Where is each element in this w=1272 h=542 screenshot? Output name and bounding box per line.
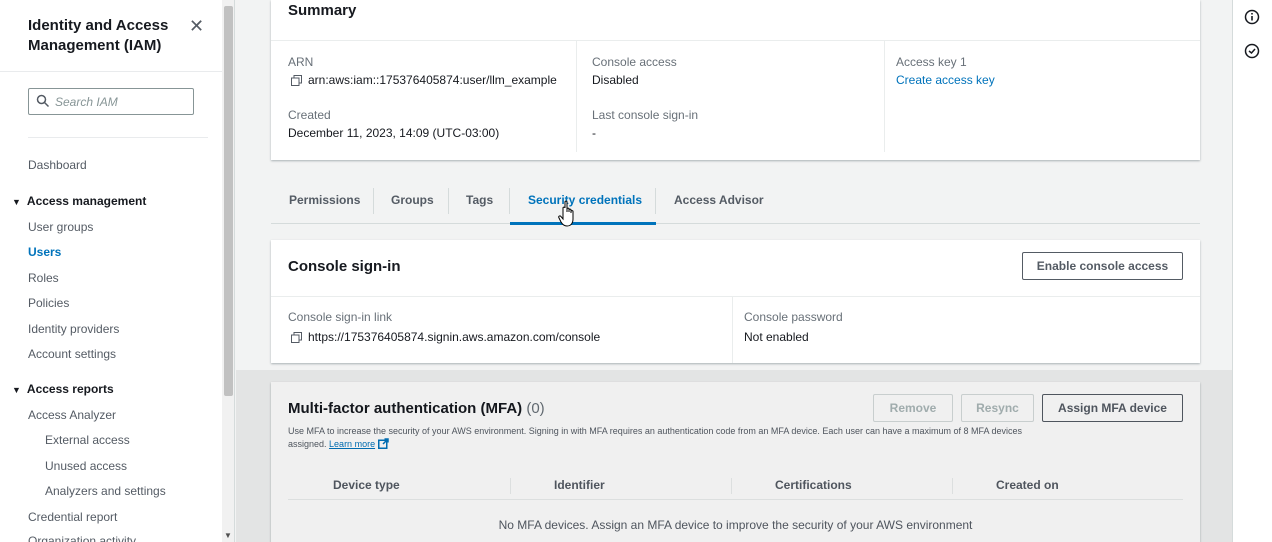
divider: [576, 40, 577, 152]
divider: [732, 296, 733, 363]
arn-value: arn:aws:iam::175376405874:user/llm_examp…: [291, 73, 557, 87]
resync-button[interactable]: Resync: [961, 394, 1034, 422]
main-content: Summary ARN arn:aws:iam::175376405874:us…: [236, 0, 1232, 542]
sidebar-item-analyzers-settings[interactable]: Analyzers and settings: [45, 484, 166, 498]
sidebar-item-roles[interactable]: Roles: [28, 271, 59, 285]
sidebar-item-policies[interactable]: Policies: [28, 296, 69, 310]
sidebar-item-access-analyzer[interactable]: Access Analyzer: [28, 408, 116, 422]
scrollbar-thumb[interactable]: [224, 6, 233, 396]
sidebar-item-credential-report[interactable]: Credential report: [28, 510, 117, 524]
assign-mfa-device-button[interactable]: Assign MFA device: [1042, 394, 1183, 422]
hand-cursor-icon: [558, 200, 574, 227]
created-label: Created: [288, 108, 331, 122]
learn-more-link[interactable]: Learn more: [329, 439, 375, 449]
create-access-key-link[interactable]: Create access key: [896, 73, 995, 87]
search-box[interactable]: [28, 88, 194, 115]
active-tab-indicator: [510, 222, 656, 225]
arn-text: arn:aws:iam::175376405874:user/llm_examp…: [308, 73, 557, 87]
mfa-count: (0): [526, 400, 545, 417]
section-label: Access management: [26, 194, 147, 208]
tab-permissions[interactable]: Permissions: [289, 193, 360, 207]
sidebar: Identity and Access Management (IAM) ✕ D…: [0, 0, 235, 542]
console-signin-link-label: Console sign-in link: [288, 310, 393, 324]
remove-button[interactable]: Remove: [873, 394, 953, 422]
feedback-icon[interactable]: [1244, 43, 1260, 59]
mfa-description-line2: assigned.: [288, 439, 327, 449]
sidebar-item-account-settings[interactable]: Account settings: [28, 347, 116, 361]
mfa-title-text: Multi-factor authentication (MFA): [288, 400, 523, 417]
divider: [28, 137, 208, 138]
mfa-table-header: Device type Identifier Certifications Cr…: [288, 470, 1183, 500]
caret-down-icon: ▼: [12, 385, 21, 395]
divider: [510, 478, 511, 494]
right-rail: [1232, 0, 1272, 542]
divider: [731, 478, 732, 494]
sidebar-section-access-reports[interactable]: ▼ Access reports: [12, 382, 114, 396]
sidebar-item-unused-access[interactable]: Unused access: [45, 459, 127, 473]
created-value: December 11, 2023, 14:09 (UTC-03:00): [288, 126, 500, 140]
sidebar-item-user-groups[interactable]: User groups: [28, 220, 93, 234]
arn-label: ARN: [288, 55, 314, 69]
last-signin-label: Last console sign-in: [592, 108, 699, 122]
copy-icon[interactable]: [291, 75, 302, 86]
divider: [271, 296, 1200, 297]
console-access-value: Disabled: [592, 73, 639, 87]
sidebar-item-dashboard[interactable]: Dashboard: [28, 158, 87, 172]
sidebar-title: Identity and Access Management (IAM): [28, 17, 169, 54]
scroll-down-icon[interactable]: ▼: [224, 531, 232, 540]
divider: [373, 188, 374, 214]
copy-icon[interactable]: [291, 332, 302, 343]
divider: [952, 478, 953, 494]
mfa-panel: Multi-factor authentication (MFA) (0) Re…: [271, 382, 1200, 542]
last-signin-value: -: [592, 126, 596, 140]
console-signin-title: Console sign-in: [288, 258, 401, 275]
section-label: Access reports: [26, 382, 114, 396]
sidebar-item-identity-providers[interactable]: Identity providers: [28, 322, 119, 336]
column-device-type[interactable]: Device type: [333, 478, 400, 492]
summary-title: Summary: [288, 2, 357, 19]
caret-down-icon: ▼: [12, 197, 21, 207]
sidebar-item-organization-activity[interactable]: Organization activity: [28, 534, 136, 542]
tab-groups[interactable]: Groups: [391, 193, 434, 207]
divider: [448, 188, 449, 214]
mfa-description-line1: Use MFA to increase the security of your…: [288, 426, 1023, 436]
enable-console-access-button[interactable]: Enable console access: [1022, 252, 1183, 280]
console-access-label: Console access: [592, 55, 677, 69]
search-icon: [36, 94, 50, 108]
tab-tags[interactable]: Tags: [466, 193, 493, 207]
tab-access-advisor[interactable]: Access Advisor: [674, 193, 764, 207]
column-identifier[interactable]: Identifier: [554, 478, 605, 492]
divider: [655, 188, 656, 214]
search-input[interactable]: [55, 92, 189, 112]
column-certifications[interactable]: Certifications: [775, 478, 852, 492]
mfa-empty-message: No MFA devices. Assign an MFA device to …: [498, 518, 973, 532]
divider: [509, 188, 510, 214]
console-signin-panel: Console sign-in Enable console access Co…: [271, 240, 1200, 363]
mfa-description: Use MFA to increase the security of your…: [288, 425, 1148, 451]
column-created-on[interactable]: Created on: [996, 478, 1059, 492]
tab-bar: Permissions Groups Tags Security credent…: [271, 182, 1200, 225]
sidebar-item-users[interactable]: Users: [28, 245, 61, 259]
console-signin-link-value: https://175376405874.signin.aws.amazon.c…: [291, 330, 600, 344]
access-key-label: Access key 1: [896, 55, 967, 69]
sidebar-scrollbar[interactable]: ▼: [222, 0, 234, 542]
sidebar-section-access-management[interactable]: ▼ Access management: [12, 194, 146, 208]
console-password-label: Console password: [744, 310, 843, 324]
divider: [0, 71, 222, 72]
tab-security-credentials[interactable]: Security credentials: [528, 193, 642, 207]
divider: [271, 40, 1200, 41]
divider: [884, 40, 885, 152]
close-icon[interactable]: ✕: [189, 16, 204, 37]
console-password-value: Not enabled: [744, 330, 809, 344]
sidebar-item-external-access[interactable]: External access: [45, 433, 130, 447]
signin-url-text: https://175376405874.signin.aws.amazon.c…: [308, 330, 601, 344]
info-icon[interactable]: [1244, 9, 1260, 25]
summary-panel: Summary ARN arn:aws:iam::175376405874:us…: [271, 0, 1200, 160]
external-link-icon[interactable]: [378, 438, 389, 449]
mfa-title: Multi-factor authentication (MFA) (0): [288, 400, 545, 417]
